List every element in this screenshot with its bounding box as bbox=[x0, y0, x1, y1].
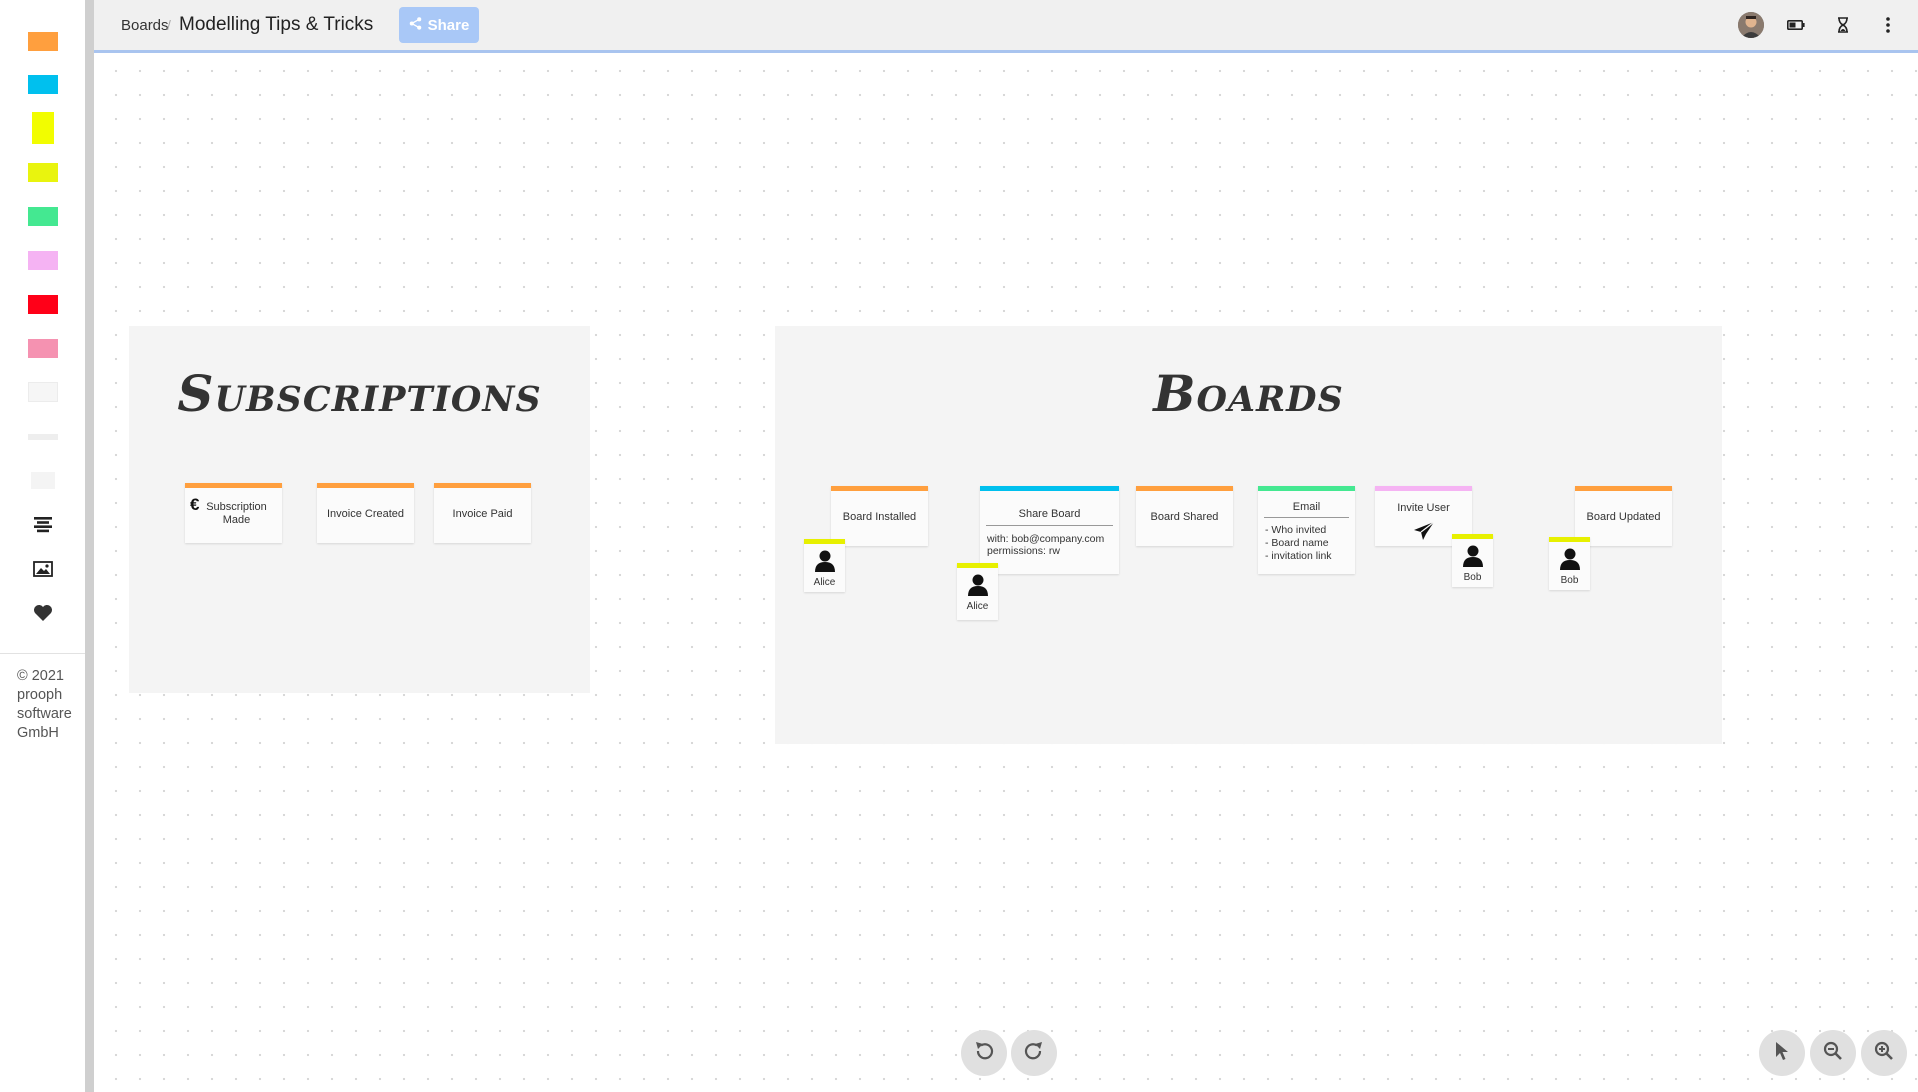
heart-icon[interactable] bbox=[28, 600, 58, 626]
zoom-in-icon bbox=[1874, 1041, 1894, 1066]
redo-icon bbox=[1023, 1040, 1045, 1067]
toolbar-sidebar: © 2021 prooph software GmbH bbox=[0, 0, 85, 1092]
actor-color-bar bbox=[1549, 537, 1590, 542]
actor-name: Bob bbox=[1560, 575, 1579, 586]
more-vertical-icon[interactable] bbox=[1874, 11, 1902, 39]
top-bar: Boards / Modelling Tips & Tricks Share bbox=[94, 0, 1918, 53]
frame-title-subscriptions: Subscriptions bbox=[177, 364, 542, 423]
sticky-label: Board Updated bbox=[1586, 511, 1661, 523]
pointer-icon bbox=[1773, 1041, 1791, 1066]
battery-icon[interactable] bbox=[1782, 11, 1810, 39]
event-color-bar bbox=[185, 483, 282, 488]
readmodel-color-bar bbox=[1258, 486, 1355, 491]
sticky-label: Invite User bbox=[1397, 502, 1450, 514]
hourglass-icon[interactable] bbox=[1829, 11, 1857, 39]
select-mode-button[interactable] bbox=[1759, 1030, 1805, 1076]
email-line: - Who invited bbox=[1265, 524, 1327, 536]
actor-color-bar bbox=[804, 539, 845, 544]
breadcrumb-separator: / bbox=[167, 17, 171, 33]
board-title: Modelling Tips & Tricks bbox=[179, 14, 374, 35]
sticky-label: Invoice Paid bbox=[452, 508, 513, 520]
text-align-icon[interactable] bbox=[28, 512, 58, 538]
actor-name: Bob bbox=[1463, 572, 1482, 583]
sticky-yellow-tall-swatch[interactable] bbox=[32, 112, 54, 144]
frame-subscriptions[interactable]: Subscriptions € Subscription Made Invoic… bbox=[129, 326, 590, 693]
undo-icon bbox=[973, 1040, 995, 1067]
actor-alice-installed[interactable]: Alice bbox=[804, 539, 845, 592]
command-color-bar bbox=[980, 486, 1119, 491]
sticky-label: Share Board bbox=[1018, 508, 1081, 520]
board-canvas[interactable]: Subscriptions € Subscription Made Invoic… bbox=[94, 53, 1918, 1092]
email-line: - Board name bbox=[1265, 537, 1329, 549]
share-permissions-text: permissions: rw bbox=[987, 545, 1060, 557]
sticky-invoice-paid[interactable]: Invoice Paid bbox=[434, 483, 531, 543]
image-icon[interactable] bbox=[28, 556, 58, 582]
sticky-label: Board Installed bbox=[842, 511, 917, 523]
sticky-divider bbox=[986, 525, 1113, 526]
paper-plane-icon bbox=[1413, 521, 1435, 544]
event-color-bar bbox=[317, 483, 414, 488]
sticky-divider bbox=[1264, 517, 1349, 518]
card-white-swatch[interactable] bbox=[28, 382, 58, 402]
sticky-board-installed[interactable]: Board Installed bbox=[831, 486, 928, 546]
redo-button[interactable] bbox=[1011, 1030, 1057, 1076]
share-with-text: with: bob@company.com bbox=[987, 533, 1105, 545]
sticky-label: Invoice Created bbox=[326, 508, 405, 520]
sticky-blue-swatch[interactable] bbox=[28, 75, 58, 94]
actor-alice-share[interactable]: Alice bbox=[957, 563, 998, 620]
sticky-label: Email bbox=[1292, 501, 1321, 513]
actor-bob-updated[interactable]: Bob bbox=[1549, 537, 1590, 590]
sticky-email[interactable]: Email - Who invited - Board name - invit… bbox=[1258, 486, 1355, 574]
frame-title-boards: Boards bbox=[1153, 364, 1344, 423]
event-color-bar bbox=[1575, 486, 1672, 491]
sticky-orange-swatch[interactable] bbox=[28, 32, 58, 51]
line-swatch[interactable] bbox=[28, 434, 58, 440]
user-icon bbox=[814, 549, 836, 576]
event-color-bar bbox=[434, 483, 531, 488]
sticky-rose-swatch[interactable] bbox=[28, 339, 58, 358]
actor-color-bar bbox=[957, 563, 998, 568]
sticky-red-swatch[interactable] bbox=[28, 295, 58, 314]
sticky-label: Subscription Made bbox=[206, 501, 267, 526]
frame-swatch[interactable] bbox=[31, 472, 55, 489]
sticky-board-shared[interactable]: Board Shared bbox=[1136, 486, 1233, 546]
undo-button[interactable] bbox=[961, 1030, 1007, 1076]
user-icon bbox=[1559, 547, 1581, 574]
user-icon bbox=[967, 573, 989, 600]
frame-boards[interactable]: Boards Board Installed Share Board with:… bbox=[775, 326, 1722, 744]
sticky-yellow-swatch[interactable] bbox=[28, 163, 58, 182]
user-icon bbox=[1462, 544, 1484, 571]
sticky-share-board[interactable]: Share Board with: bob@company.com permis… bbox=[980, 486, 1119, 574]
share-button[interactable]: Share bbox=[399, 7, 479, 43]
sidebar-resize-edge[interactable] bbox=[85, 0, 94, 1092]
zoom-in-button[interactable] bbox=[1861, 1030, 1907, 1076]
ui-color-bar bbox=[1375, 486, 1472, 491]
share-icon bbox=[409, 16, 422, 34]
sticky-label: Board Shared bbox=[1150, 511, 1219, 523]
zoom-out-button[interactable] bbox=[1810, 1030, 1856, 1076]
copyright-text: © 2021 prooph software GmbH bbox=[17, 668, 72, 741]
sidebar-divider bbox=[0, 653, 85, 654]
sticky-subscription-made[interactable]: € Subscription Made bbox=[185, 483, 282, 543]
email-line: - invitation link bbox=[1265, 550, 1332, 562]
user-avatar[interactable] bbox=[1738, 12, 1764, 38]
actor-name: Alice bbox=[813, 577, 836, 588]
sticky-invoice-created[interactable]: Invoice Created bbox=[317, 483, 414, 543]
sticky-pink-swatch[interactable] bbox=[28, 251, 58, 270]
actor-bob-invite[interactable]: Bob bbox=[1452, 534, 1493, 587]
event-color-bar bbox=[831, 486, 928, 491]
sticky-green-swatch[interactable] bbox=[28, 207, 58, 226]
zoom-out-icon bbox=[1823, 1041, 1843, 1066]
event-color-bar bbox=[1136, 486, 1233, 491]
actor-name: Alice bbox=[966, 601, 989, 612]
breadcrumb-boards-link[interactable]: Boards bbox=[121, 17, 169, 34]
actor-color-bar bbox=[1452, 534, 1493, 539]
share-label: Share bbox=[427, 16, 470, 34]
